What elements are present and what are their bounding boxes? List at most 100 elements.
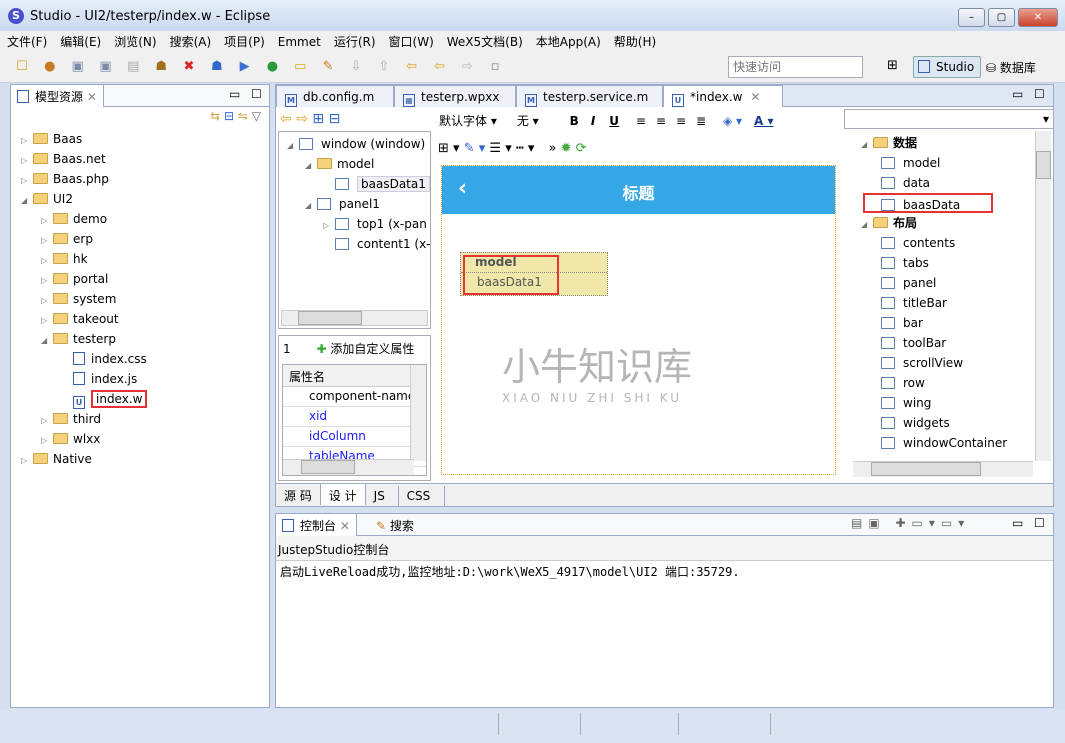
menu-item[interactable]: 窗口(W) [382, 31, 440, 50]
collapsed-arrow-icon[interactable]: ▷ [21, 451, 33, 471]
mode-tab[interactable]: CSS [399, 486, 445, 507]
open-perspective-icon[interactable]: ⊞ [887, 58, 898, 73]
align-left-icon[interactable]: ≡ [636, 114, 646, 128]
collapsed-arrow-icon[interactable]: ▷ [21, 151, 33, 171]
forward-arrow-icon[interactable]: ⇨ [296, 111, 308, 127]
outline-item[interactable]: ◢ panel1 [287, 194, 430, 214]
menu-item[interactable]: 项目(P) [217, 31, 271, 50]
editor-tab[interactable]: Mdb.config.m [276, 85, 394, 107]
size-select[interactable]: 无 ▾ [514, 109, 560, 132]
property-row[interactable]: component-name [283, 387, 426, 407]
tree-item[interactable]: ◢ UI2 [21, 189, 269, 209]
expanded-arrow-icon[interactable]: ◢ [41, 331, 53, 351]
palette-item[interactable]: model [861, 153, 1053, 173]
bold-icon[interactable]: B [570, 114, 579, 128]
line-style-icon[interactable]: ┅ ▾ [516, 141, 534, 156]
outline-item[interactable]: content1 (x- [287, 234, 431, 254]
menu-item[interactable]: 运行(R) [327, 31, 382, 50]
maximize-button[interactable]: ▢ [988, 8, 1015, 27]
editor-tab[interactable]: ▦ testerp.wpxx [394, 85, 516, 107]
tree-item[interactable]: ▷ portal [21, 269, 269, 289]
menu-item[interactable]: 搜索(A) [163, 31, 218, 50]
print-icon[interactable]: ▤ [124, 58, 142, 76]
tree-item[interactable]: ◢ testerp [21, 329, 269, 349]
collapsed-arrow-icon[interactable]: ▷ [21, 171, 33, 191]
palette-item[interactable]: row [861, 373, 1053, 393]
collapsed-arrow-icon[interactable]: ▷ [41, 251, 53, 271]
menu-item[interactable]: 浏览(N) [107, 31, 162, 50]
palette-item[interactable]: baasData [863, 193, 993, 213]
fill-color-icon[interactable]: ◈ ▾ [723, 114, 742, 128]
collapsed-arrow-icon[interactable]: ▷ [41, 271, 53, 291]
property-row[interactable]: xid [283, 407, 426, 427]
expand-all-icon[interactable]: ⊞ [312, 111, 324, 127]
pin-icon[interactable]: ▫ [486, 58, 504, 76]
tree-item[interactable]: ▷ third [21, 409, 269, 429]
outline-item[interactable]: ▷ top1 (x-pan [287, 214, 430, 234]
add-custom-property-button[interactable]: 添加自定义属性 [330, 342, 414, 356]
tree-item[interactable]: ▷ takeout [21, 309, 269, 329]
expanded-arrow-icon[interactable]: ◢ [21, 191, 33, 211]
quick-access-input[interactable] [728, 56, 863, 78]
font-color-icon[interactable]: A ▾ [754, 114, 774, 128]
justify-icon[interactable]: ≣ [696, 114, 706, 128]
align-right-icon[interactable]: ≡ [676, 114, 686, 128]
link-editor-icon[interactable]: ⇆ [210, 109, 220, 123]
border-color-icon[interactable]: ✎ ▾ [464, 141, 486, 156]
underline-icon[interactable]: U [609, 114, 619, 128]
console-toolbar[interactable]: ▤▣ ✚▭▾▭▾ [851, 516, 970, 530]
tree-item[interactable]: ▷ Baas.net [21, 149, 269, 169]
tree-item[interactable]: ▷ Native [21, 449, 269, 469]
collapsed-arrow-icon[interactable]: ▷ [41, 211, 53, 231]
collapsed-arrow-icon[interactable]: ▷ [41, 311, 53, 331]
save-all-icon[interactable]: ▣ [96, 58, 114, 76]
design-canvas[interactable]: ‹ 标题 model baasData1 小牛知识库 XIAO NIU ZHI S… [441, 165, 836, 475]
palette-group[interactable]: ◢ 数据 [861, 133, 1053, 153]
align-center-icon[interactable]: ≡ [656, 114, 666, 128]
tab-console[interactable]: 控制台 ✕ [276, 514, 357, 536]
palette-item[interactable]: panel [861, 273, 1053, 293]
property-name-header[interactable]: 属性名 [283, 365, 426, 387]
minimize-editor-icon[interactable]: ▭ [1012, 87, 1023, 101]
minimize-view-icon[interactable]: ▭ [1012, 516, 1023, 530]
collapsed-arrow-icon[interactable]: ▷ [41, 411, 53, 431]
horizontal-scrollbar[interactable] [853, 461, 1033, 477]
close-button[interactable]: ✕ [1018, 8, 1058, 27]
line-weight-icon[interactable]: ☰ ▾ [489, 141, 511, 156]
collapsed-arrow-icon[interactable]: ▷ [41, 431, 53, 451]
view-menu-icon[interactable]: ▽ [252, 109, 261, 123]
forward-icon[interactable]: ⇨ [458, 58, 476, 76]
canvas-titlebar[interactable]: ‹ 标题 [442, 166, 835, 214]
run-icon[interactable]: ▶ [236, 58, 254, 76]
server-restart-icon[interactable]: ☗ [208, 58, 226, 76]
italic-icon[interactable]: I [591, 114, 595, 128]
back-icon[interactable]: ⇦ [430, 58, 448, 76]
menu-item[interactable]: 文件(F) [0, 31, 53, 50]
minimize-view-icon[interactable]: ▭ [229, 87, 240, 101]
tab-count[interactable]: 1 [283, 342, 291, 356]
tool-icon[interactable]: ● [41, 58, 59, 76]
vertical-scrollbar[interactable] [1035, 131, 1051, 461]
refresh-icon[interactable]: ⟳ [576, 141, 587, 156]
sync-icon[interactable]: ⇋ [238, 109, 248, 123]
pen-icon[interactable]: ✎ [319, 58, 337, 76]
outline-item[interactable]: ◢ model [287, 154, 430, 174]
tree-item[interactable]: ▷ system [21, 289, 269, 309]
mode-tab[interactable]: 源 码 [276, 484, 321, 505]
minimize-button[interactable]: – [958, 8, 985, 27]
tab-model-resources[interactable]: 模型资源 ✕ [11, 85, 104, 107]
menu-item[interactable]: 编辑(E) [53, 31, 107, 50]
more-icon[interactable]: » [548, 141, 556, 156]
palette-item[interactable]: data [861, 173, 1053, 193]
debug-icon[interactable]: ✹ [561, 141, 572, 156]
palette-item[interactable]: contents [861, 233, 1053, 253]
new-icon[interactable]: ☐ [13, 58, 31, 76]
add-icon[interactable]: ✚ [316, 342, 326, 356]
tree-item[interactable]: Uindex.w [21, 389, 269, 409]
collapsed-arrow-icon[interactable]: ▷ [21, 131, 33, 151]
close-tab-icon[interactable]: ✕ [87, 90, 97, 104]
perspective-db[interactable]: ⛁ 数据库 [986, 59, 1036, 76]
tree-item[interactable]: ▷ erp [21, 229, 269, 249]
vertical-scrollbar[interactable] [410, 365, 426, 461]
property-row[interactable]: idColumn [283, 427, 426, 447]
